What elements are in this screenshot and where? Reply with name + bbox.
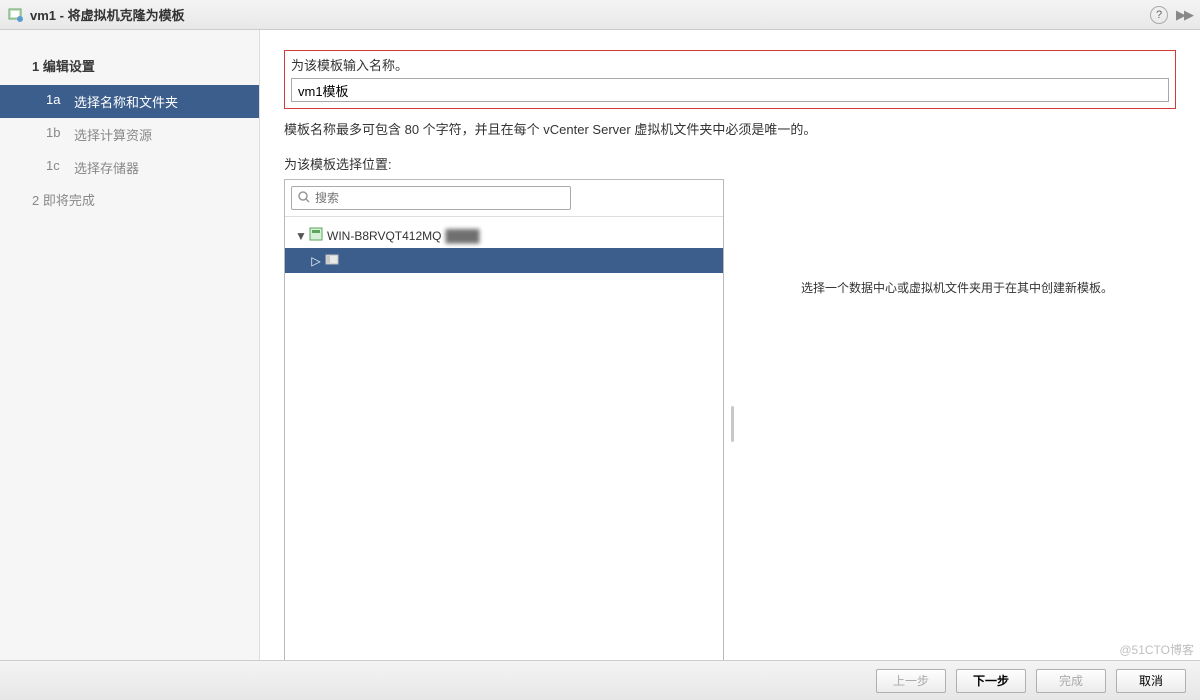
substep-key: 1a [46,92,66,111]
substep-key: 1b [46,125,66,144]
help-icon[interactable]: ? [1150,6,1168,24]
location-tree[interactable]: ▼ WIN-B8RVQT412MQ ████ ▷ [285,216,723,660]
collapse-toggle-icon[interactable]: ▼ [295,229,305,243]
search-icon [298,191,310,206]
wizard-sidebar: 1 编辑设置 1a 选择名称和文件夹 1b 选择计算资源 1c 选择存储器 2 … [0,30,260,660]
finish-button[interactable]: 完成 [1036,669,1106,693]
tree-child-selected[interactable]: ▷ [285,248,723,273]
wizard-footer: 上一步 下一步 完成 取消 [0,660,1200,700]
datacenter-icon [325,252,339,269]
wizard-main: 为该模板输入名称。 模板名称最多可包含 80 个字符，并且在每个 vCenter… [260,30,1200,660]
back-button[interactable]: 上一步 [876,669,946,693]
titlebar: vm1 - 将虚拟机克隆为模板 ? ▶▶ [0,0,1200,30]
search-input[interactable] [315,191,564,205]
name-field-highlight: 为该模板输入名称。 [284,50,1176,109]
tree-root[interactable]: ▼ WIN-B8RVQT412MQ ████ [285,223,723,248]
expand-toggle-icon[interactable]: ▷ [311,254,321,268]
cancel-button[interactable]: 取消 [1116,669,1186,693]
substep-label: 选择名称和文件夹 [74,92,178,111]
name-label: 为该模板输入名称。 [291,55,1169,74]
substep-1c[interactable]: 1c 选择存储器 [0,151,259,184]
redacted-text: ████ [445,229,479,243]
resize-handle[interactable] [731,406,734,442]
step-2-title[interactable]: 2 即将完成 [0,184,259,219]
substep-1b[interactable]: 1b 选择计算资源 [0,118,259,151]
right-hint-text: 选择一个数据中心或虚拟机文件夹用于在其中创建新模板。 [801,279,1113,296]
substep-label: 选择计算资源 [74,125,152,144]
location-tree-panel: ▼ WIN-B8RVQT412MQ ████ ▷ [284,179,724,660]
substep-1a[interactable]: 1a 选择名称和文件夹 [0,85,259,118]
location-label: 为该模板选择位置: [284,154,1176,173]
next-button[interactable]: 下一步 [956,669,1026,693]
vm-icon [8,7,24,23]
template-name-input[interactable] [291,78,1169,102]
search-box[interactable] [291,186,571,210]
name-hint: 模板名称最多可包含 80 个字符，并且在每个 vCenter Server 虚拟… [284,119,1176,138]
substep-key: 1c [46,158,66,177]
collapse-arrows-icon[interactable]: ▶▶ [1176,7,1192,23]
vcenter-icon [309,227,323,244]
tree-root-label: WIN-B8RVQT412MQ [327,229,441,243]
watermark: @51CTO博客 [1119,641,1194,658]
right-hint-panel: 选择一个数据中心或虚拟机文件夹用于在其中创建新模板。 [738,179,1176,660]
step-1-title[interactable]: 1 编辑设置 [0,50,259,85]
substep-label: 选择存储器 [74,158,139,177]
window-title: vm1 - 将虚拟机克隆为模板 [30,5,185,24]
